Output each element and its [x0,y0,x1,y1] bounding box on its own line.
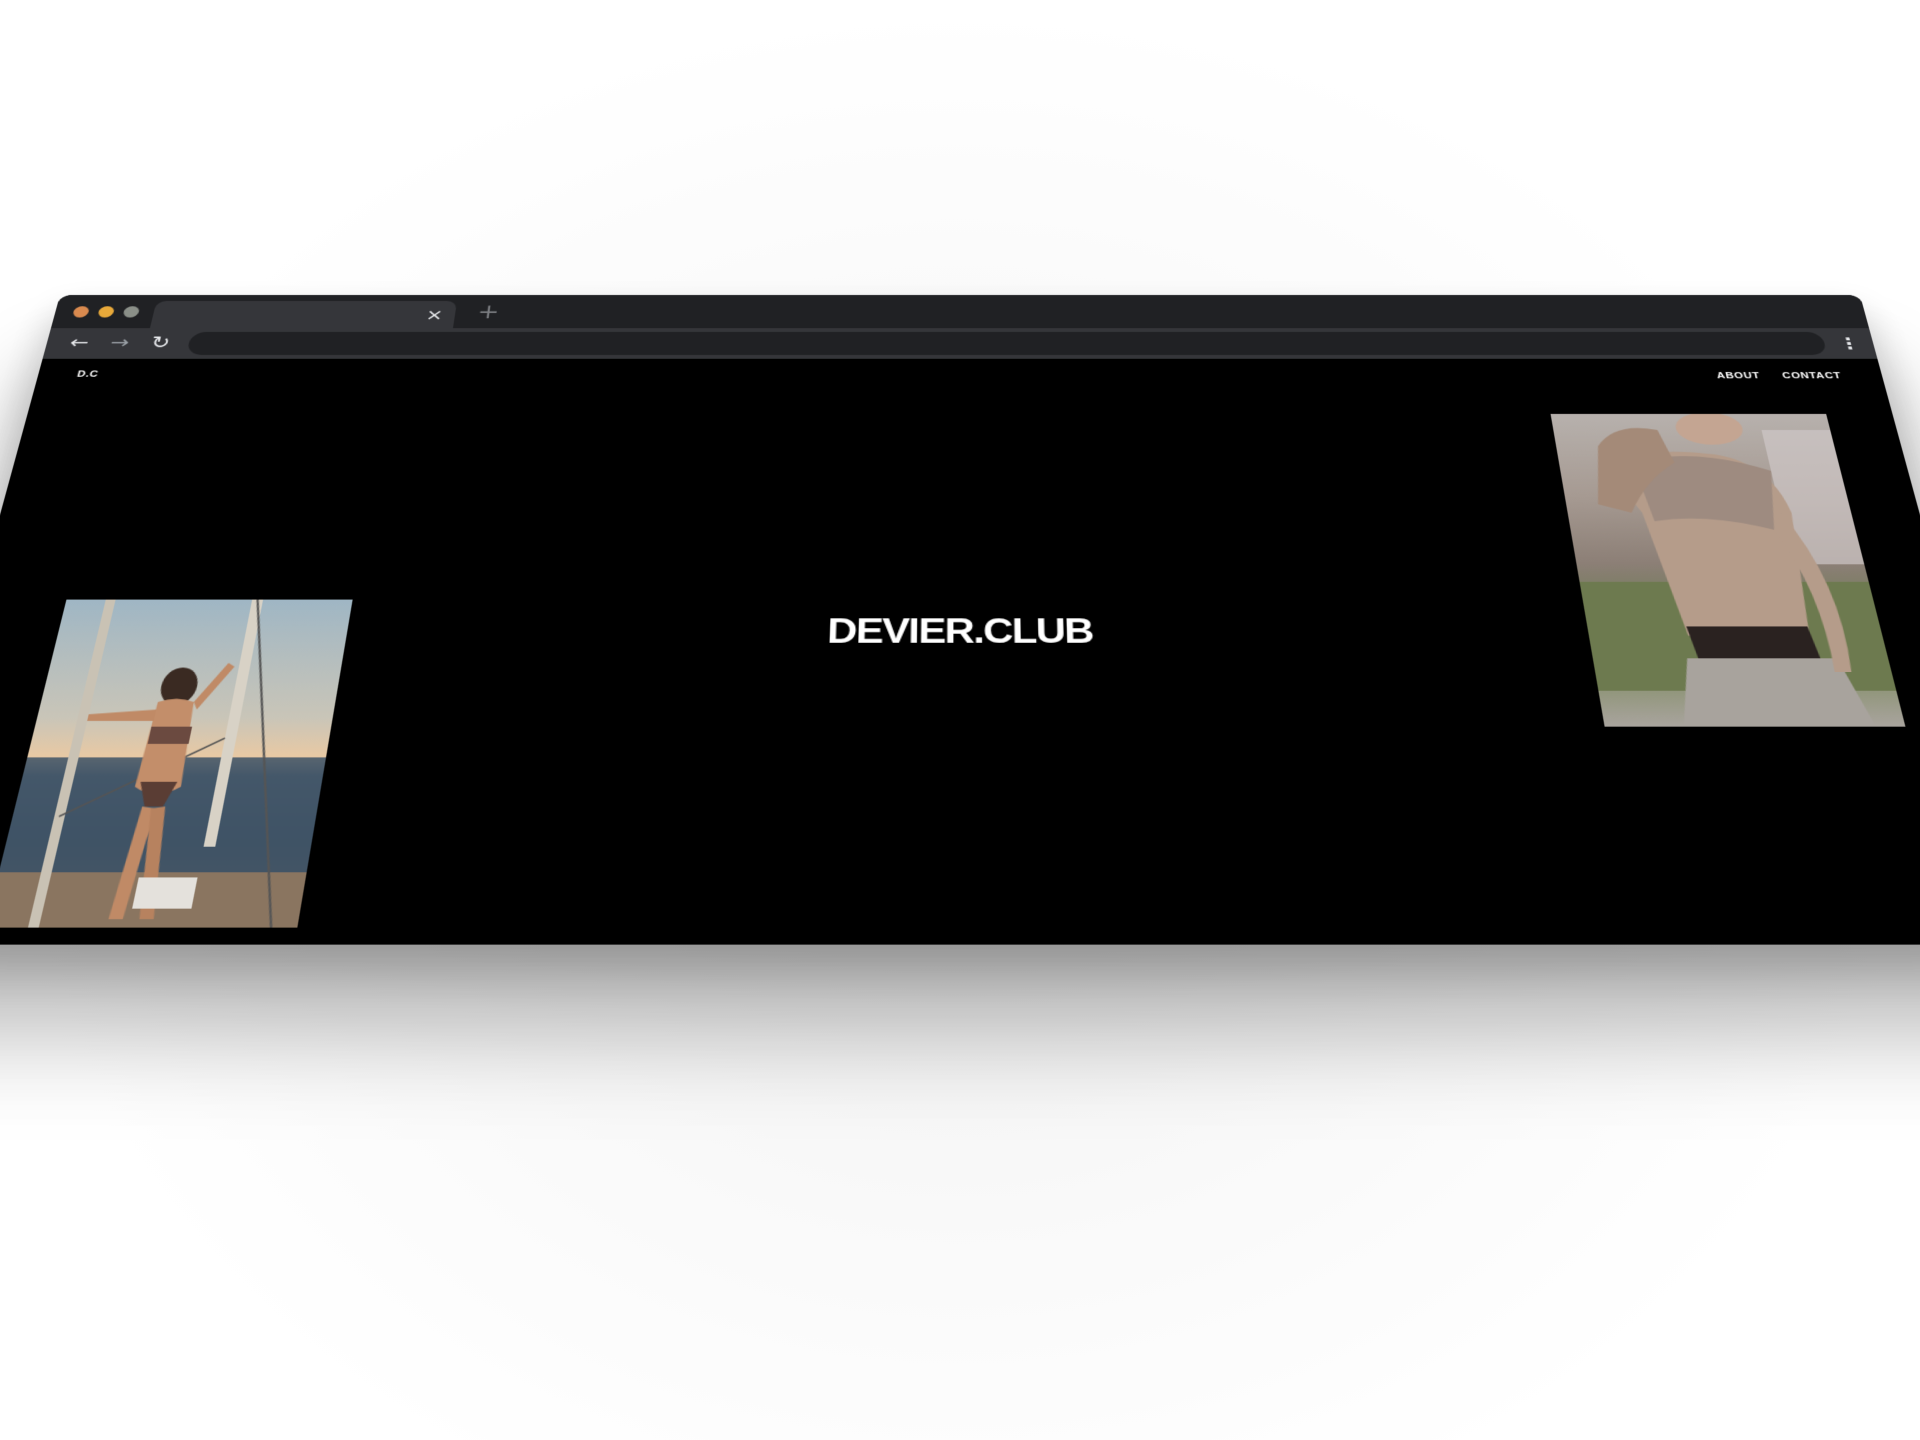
browser-toolbar: ← → ↻ ⋮ [42,328,1878,359]
window-controls [71,306,141,318]
site-nav: ABOUT CONTACT [1716,371,1843,380]
web-page: D.C ABOUT CONTACT DEVIER.CLUB [0,358,1920,945]
nav-about-link[interactable]: ABOUT [1716,371,1761,380]
nav-contact-link[interactable]: CONTACT [1781,371,1842,380]
site-logo[interactable]: D.C [76,370,99,379]
photo-fitness [1550,413,1906,727]
arrow-right-icon[interactable]: → [103,333,137,354]
tab-strip: × + [50,295,1870,329]
photo-fitness-art [1579,413,1897,727]
active-tab[interactable]: × [149,300,458,329]
arrow-left-icon[interactable]: ← [62,333,96,354]
reload-icon[interactable]: ↻ [144,333,178,354]
kebab-menu-icon[interactable]: ⋮ [1836,333,1862,354]
maximize-window-button[interactable] [122,306,141,318]
perspective-scene: × + ← → ↻ ⋮ D.C ABOUT CONTACT DEVIER.CLU… [0,0,1920,1440]
close-window-button[interactable] [71,306,91,318]
close-icon[interactable]: × [425,305,445,323]
address-bar[interactable] [186,331,1828,355]
plus-icon[interactable]: + [476,301,501,324]
minimize-window-button[interactable] [97,306,116,318]
browser-window: × + ← → ↻ ⋮ D.C ABOUT CONTACT DEVIER.CLU… [0,295,1920,945]
